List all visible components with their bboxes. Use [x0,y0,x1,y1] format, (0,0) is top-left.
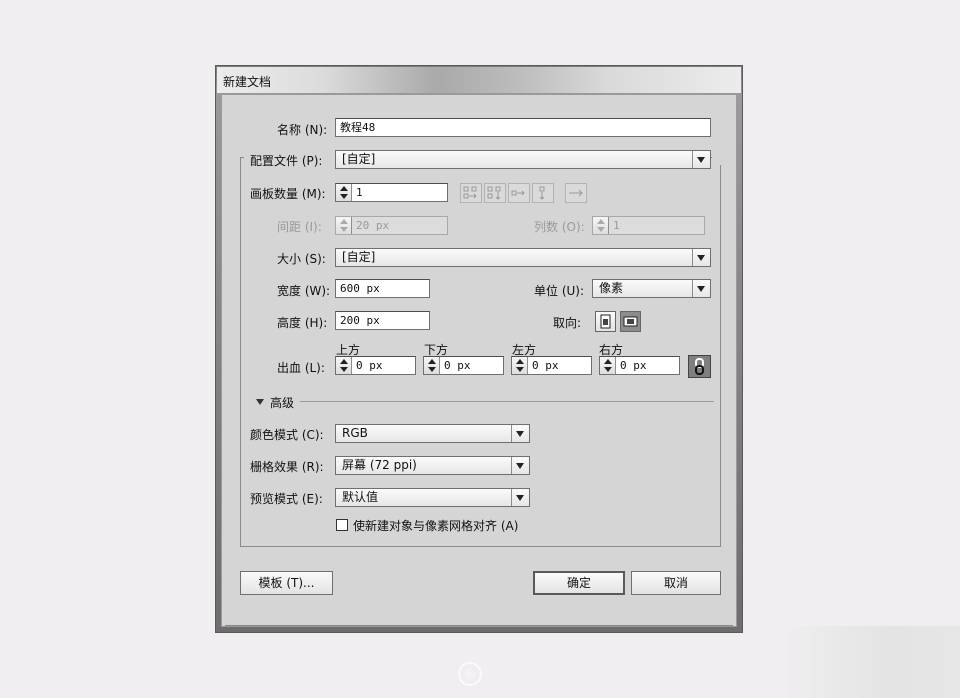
color-mode-dropdown[interactable]: RGB [335,424,530,443]
align-pixel-checkbox[interactable] [336,519,348,531]
artboards-input[interactable]: 1 [335,183,448,202]
corner-fade [782,626,960,698]
size-value: [自定] [342,250,376,264]
bleed-bottom-input[interactable]: 0 px [423,356,504,375]
grid-by-column-icon [487,186,501,200]
bleed-top-value: 0 px [356,359,383,372]
units-value: 像素 [599,281,624,295]
landscape-button[interactable] [620,311,641,332]
arrange-by-row-button[interactable] [508,183,530,203]
link-bleed-button[interactable] [688,355,711,378]
orientation-label: 取向: [553,316,582,330]
chevron-down-icon [692,280,710,297]
raster-label: 栅格效果 (R): [250,460,324,474]
spacing-input[interactable]: 20 px [335,216,448,235]
new-document-dialog: 新建文档 名称 (N): 教程48 配置文件 (P): [自定] 画板数量 (M… [215,65,743,633]
advanced-label[interactable]: 高级 [270,394,294,411]
bleed-left-input[interactable]: 0 px [511,356,592,375]
name-label: 名称 (N): [277,123,328,137]
name-input[interactable]: 教程48 [335,118,711,137]
right-to-left-button[interactable] [565,183,587,203]
spacing-label: 间距 (I): [277,220,322,234]
width-label: 宽度 (W): [277,284,331,298]
disclosure-triangle-icon[interactable] [256,399,264,405]
chevron-down-icon [692,249,710,266]
bleed-left-stepper[interactable] [512,357,528,374]
size-label: 大小 (S): [277,252,326,266]
spacing-value: 20 px [356,219,390,232]
grid-by-row-icon [463,186,477,199]
columns-stepper[interactable] [593,217,609,234]
landscape-icon [623,316,638,327]
preview-dropdown[interactable]: 默认值 [335,488,530,507]
bleed-right-input[interactable]: 0 px [599,356,680,375]
portrait-button[interactable] [595,311,616,332]
profile-dropdown[interactable]: [自定] [335,150,711,169]
title-bar[interactable]: 新建文档 [217,67,741,93]
columns-input[interactable]: 1 [592,216,705,235]
color-mode-value: RGB [342,426,368,440]
ok-button[interactable]: 确定 [533,571,625,595]
chevron-down-icon [511,457,529,474]
group-title-mask-right [712,151,724,165]
bottom-edge [225,625,733,626]
advanced-separator [300,401,714,402]
profile-value: [自定] [342,152,376,166]
bleed-top-input[interactable]: 0 px [335,356,416,375]
bleed-bottom-stepper[interactable] [424,357,440,374]
arrange-by-column-button[interactable] [532,183,554,203]
spacing-stepper[interactable] [336,217,352,234]
grid-by-column-button[interactable] [484,183,506,203]
units-label: 单位 (U): [534,284,585,298]
bleed-top-stepper[interactable] [336,357,352,374]
units-dropdown[interactable]: 像素 [592,279,711,298]
artboards-stepper[interactable] [336,184,352,201]
templates-button[interactable]: 模板 (T)... [240,571,333,595]
bleed-label: 出血 (L): [277,361,325,375]
width-input[interactable]: 600 px [335,279,430,298]
color-mode-label: 颜色模式 (C): [250,428,324,442]
artboards-value: 1 [356,186,363,199]
dialog-client: 名称 (N): 教程48 配置文件 (P): [自定] 画板数量 (M): 1 [221,94,737,627]
bleed-right-value: 0 px [620,359,647,372]
height-input[interactable]: 200 px [335,311,430,330]
chevron-down-icon [511,425,529,442]
bleed-left-value: 0 px [532,359,559,372]
watermark-icon: ◎ [458,662,482,686]
size-dropdown[interactable]: [自定] [335,248,711,267]
grid-by-row-button[interactable] [460,183,482,203]
arrange-by-column-icon [539,186,545,200]
portrait-icon [600,314,611,329]
raster-value: 屏幕 (72 ppi) [342,458,417,472]
bleed-bottom-value: 0 px [444,359,471,372]
preview-value: 默认值 [342,490,379,504]
bleed-right-stepper[interactable] [600,357,616,374]
chevron-down-icon [692,151,710,168]
link-icon [695,358,704,375]
cancel-button[interactable]: 取消 [631,571,721,595]
profile-label: 配置文件 (P): [250,154,323,168]
columns-value: 1 [613,219,620,232]
chevron-down-icon [511,489,529,506]
artboards-label: 画板数量 (M): [250,187,326,201]
columns-label: 列数 (O): [534,220,585,234]
raster-dropdown[interactable]: 屏幕 (72 ppi) [335,456,530,475]
align-pixel-label[interactable]: 使新建对象与像素网格对齐 (A) [353,517,518,534]
arrange-by-row-icon [511,190,525,196]
preview-label: 预览模式 (E): [250,492,323,506]
height-label: 高度 (H): [277,316,328,330]
right-to-left-icon [569,189,583,197]
dialog-title: 新建文档 [223,75,272,89]
